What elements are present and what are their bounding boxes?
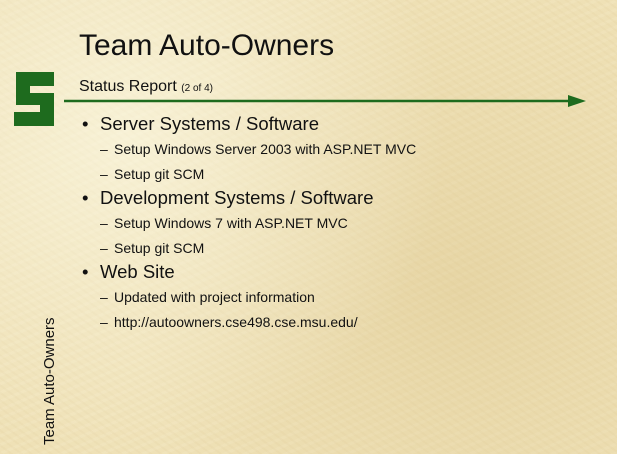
sub-bullet: – Setup Windows 7 with ASP.NET MVC <box>80 215 600 231</box>
dash-glyph: – <box>100 215 108 231</box>
spartan-s-logo: S <box>14 72 54 126</box>
sub-bullet-text: Updated with project information <box>114 289 315 305</box>
slide: S Team Auto-Owners Status Report (2 of 4… <box>0 0 617 454</box>
sub-bullet-text: Setup Windows Server 2003 with ASP.NET M… <box>114 141 417 157</box>
dash-glyph: – <box>100 314 108 330</box>
sub-bullet-text: Setup git SCM <box>114 240 205 256</box>
bullet-glyph: • <box>82 261 89 282</box>
sub-bullet-text: Setup Windows 7 with ASP.NET MVC <box>114 215 348 231</box>
bullet-web-site: • Web Site <box>80 261 600 283</box>
page-count: (2 of 4) <box>181 83 213 94</box>
bullet-server-systems: • Server Systems / Software <box>80 113 600 135</box>
sub-bullet: – Updated with project information <box>80 289 600 305</box>
bullet-list: • Server Systems / Software – Setup Wind… <box>80 113 600 330</box>
sub-bullet: – Setup Windows Server 2003 with ASP.NET… <box>80 141 600 157</box>
slide-title: Team Auto-Owners <box>79 29 335 62</box>
bullet-glyph: • <box>82 113 89 134</box>
bullet-heading: Server Systems / Software <box>100 113 319 134</box>
sub-bullet: – Setup git SCM <box>80 240 600 256</box>
title-divider-arrow <box>64 95 586 107</box>
sub-bullet: – Setup git SCM <box>80 166 600 182</box>
dash-glyph: – <box>100 240 108 256</box>
bullet-heading: Web Site <box>100 261 175 282</box>
project-url: http://autoowners.cse498.cse.msu.edu/ <box>114 314 358 330</box>
sub-bullet-text: Setup git SCM <box>114 166 205 182</box>
dash-glyph: – <box>100 166 108 182</box>
sub-bullet-link: – http://autoowners.cse498.cse.msu.edu/ <box>80 314 600 330</box>
subtitle-text: Status Report <box>79 78 177 95</box>
dash-glyph: – <box>100 141 108 157</box>
bullet-glyph: • <box>82 187 89 208</box>
dash-glyph: – <box>100 289 108 305</box>
side-label: Team Auto-Owners <box>41 317 58 445</box>
bullet-heading: Development Systems / Software <box>100 187 374 208</box>
bullet-development-systems: • Development Systems / Software <box>80 187 600 209</box>
